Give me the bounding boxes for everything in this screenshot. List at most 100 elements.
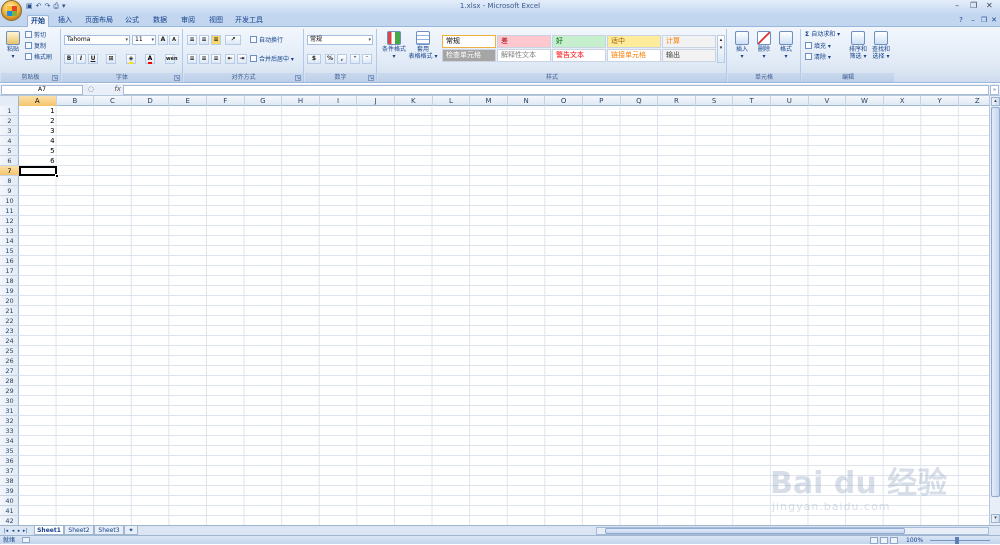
horizontal-scroll-thumb[interactable] (605, 528, 905, 534)
first-sheet-icon[interactable]: |◂ (3, 527, 9, 535)
row-header[interactable]: 19 (0, 286, 19, 296)
sort-filter-button[interactable]: 排序和 筛选 ▾ (847, 31, 869, 60)
cell-style-swatch[interactable]: 警告文本 (552, 49, 606, 62)
font-dialog-launcher[interactable]: ↘ (174, 75, 180, 81)
column-header[interactable]: A (19, 96, 57, 106)
tab-home[interactable]: 开始 (27, 15, 49, 27)
office-button[interactable] (1, 0, 22, 21)
row-header[interactable]: 5 (0, 146, 19, 156)
align-middle-icon[interactable]: ≡ (199, 35, 209, 45)
column-header[interactable]: M (470, 96, 508, 106)
row-header[interactable]: 33 (0, 426, 19, 436)
column-header[interactable]: O (545, 96, 583, 106)
tab-data[interactable]: 数据 (149, 15, 171, 27)
bold-button[interactable]: B (64, 54, 74, 64)
normal-view-icon[interactable] (870, 537, 878, 544)
cell-style-swatch[interactable]: 适中 (607, 35, 661, 48)
row-header[interactable]: 27 (0, 366, 19, 376)
row-header[interactable]: 32 (0, 416, 19, 426)
column-header[interactable]: H (282, 96, 320, 106)
decrease-decimal-icon[interactable]: ⁻ (362, 54, 372, 64)
minimize-button[interactable]: – (955, 1, 959, 11)
row-header[interactable]: 8 (0, 176, 19, 186)
column-header[interactable]: J (357, 96, 395, 106)
row-header[interactable]: 21 (0, 306, 19, 316)
cell-style-swatch[interactable]: 差 (497, 35, 551, 48)
row-header[interactable]: 38 (0, 476, 19, 486)
formula-cancel-icon[interactable]: ◌ (88, 85, 94, 93)
row-header[interactable]: 17 (0, 266, 19, 276)
phonetic-button[interactable]: wén (165, 54, 178, 64)
cell-style-swatch[interactable]: 输出 (662, 49, 716, 62)
row-header[interactable]: 16 (0, 256, 19, 266)
row-header[interactable]: 34 (0, 436, 19, 446)
cell-value[interactable]: 2 (19, 116, 57, 126)
cell-style-swatch[interactable]: 链接单元格 (607, 49, 661, 62)
column-header[interactable]: L (433, 96, 471, 106)
tab-developer[interactable]: 开发工具 (233, 15, 265, 27)
clipboard-dialog-launcher[interactable]: ↘ (52, 75, 58, 81)
insert-sheet-icon[interactable]: ✦ (124, 526, 138, 535)
row-header[interactable]: 39 (0, 486, 19, 496)
tab-view[interactable]: 视图 (205, 15, 227, 27)
increase-indent-icon[interactable]: ⇥ (237, 54, 247, 64)
cell-style-swatch[interactable]: 好 (552, 35, 606, 48)
column-header[interactable]: E (169, 96, 207, 106)
sheet-tab-sheet1[interactable]: Sheet1 (34, 526, 64, 535)
column-header[interactable]: D (132, 96, 170, 106)
orientation-icon[interactable]: ↗ (225, 35, 241, 45)
font-color-button[interactable]: A (145, 54, 155, 64)
paste-button[interactable]: 粘贴 ▾ (4, 31, 22, 60)
comma-button[interactable]: , (337, 54, 347, 64)
column-header[interactable]: Q (621, 96, 659, 106)
gallery-scroll[interactable]: ▴ ▾ (717, 35, 725, 63)
row-header[interactable]: 22 (0, 316, 19, 326)
last-sheet-icon[interactable]: ▸| (22, 527, 28, 535)
row-header[interactable]: 14 (0, 236, 19, 246)
row-header[interactable]: 42 (0, 516, 19, 525)
column-header[interactable]: F (207, 96, 245, 106)
column-header[interactable]: I (320, 96, 358, 106)
underline-button[interactable]: U (88, 54, 98, 64)
merge-center-button[interactable]: 合并后居中 ▾ (250, 55, 294, 64)
ribbon-restore-icon[interactable]: ❐ (979, 15, 989, 27)
italic-button[interactable]: I (76, 54, 86, 64)
row-header[interactable]: 28 (0, 376, 19, 386)
shrink-font-button[interactable]: A (169, 35, 179, 45)
find-select-button[interactable]: 查找和 选择 ▾ (870, 31, 892, 60)
row-header[interactable]: 24 (0, 336, 19, 346)
copy-button[interactable]: 复制 (25, 42, 46, 51)
column-header[interactable]: N (508, 96, 546, 106)
ribbon-minimize-icon[interactable]: – (968, 15, 978, 27)
autosum-button[interactable]: Σ 自动求和 ▾ (805, 31, 840, 39)
cell-value[interactable]: 4 (19, 136, 57, 146)
column-header[interactable]: V (809, 96, 847, 106)
sheet-tab-sheet2[interactable]: Sheet2 (64, 526, 94, 535)
column-header[interactable]: T (733, 96, 771, 106)
cell-style-swatch[interactable]: 常规 (442, 35, 496, 48)
name-box[interactable]: A7 (1, 85, 83, 95)
format-as-table-button[interactable]: 套用 表格格式 ▾ (408, 31, 438, 60)
insert-cells-button[interactable]: 插入 ▾ (732, 31, 752, 60)
clear-button[interactable]: 清除 ▾ (805, 53, 831, 62)
page-break-view-icon[interactable] (890, 537, 898, 544)
macro-record-icon[interactable] (22, 537, 30, 543)
conditional-formatting-button[interactable]: 条件格式 ▾ (380, 31, 408, 60)
row-header[interactable]: 11 (0, 206, 19, 216)
tab-review[interactable]: 审阅 (177, 15, 199, 27)
workbook-close-icon[interactable]: ✕ (989, 15, 999, 27)
row-header[interactable]: 2 (0, 116, 19, 126)
column-header[interactable]: P (583, 96, 621, 106)
row-header[interactable]: 18 (0, 276, 19, 286)
close-button[interactable]: ✕ (986, 1, 993, 11)
number-format-combo[interactable]: 常规 ▾ (307, 35, 373, 45)
row-header[interactable]: 7 (0, 166, 19, 176)
row-header[interactable]: 6 (0, 156, 19, 166)
font-name-combo[interactable]: Tahoma ▾ (64, 35, 130, 45)
column-header[interactable]: C (94, 96, 132, 106)
column-header[interactable]: Z (959, 96, 989, 106)
expand-formula-bar-icon[interactable]: » (990, 85, 999, 95)
sheet-tab-sheet3[interactable]: Sheet3 (94, 526, 124, 535)
fill-color-button[interactable]: ◈ (126, 54, 136, 64)
row-header[interactable]: 26 (0, 356, 19, 366)
